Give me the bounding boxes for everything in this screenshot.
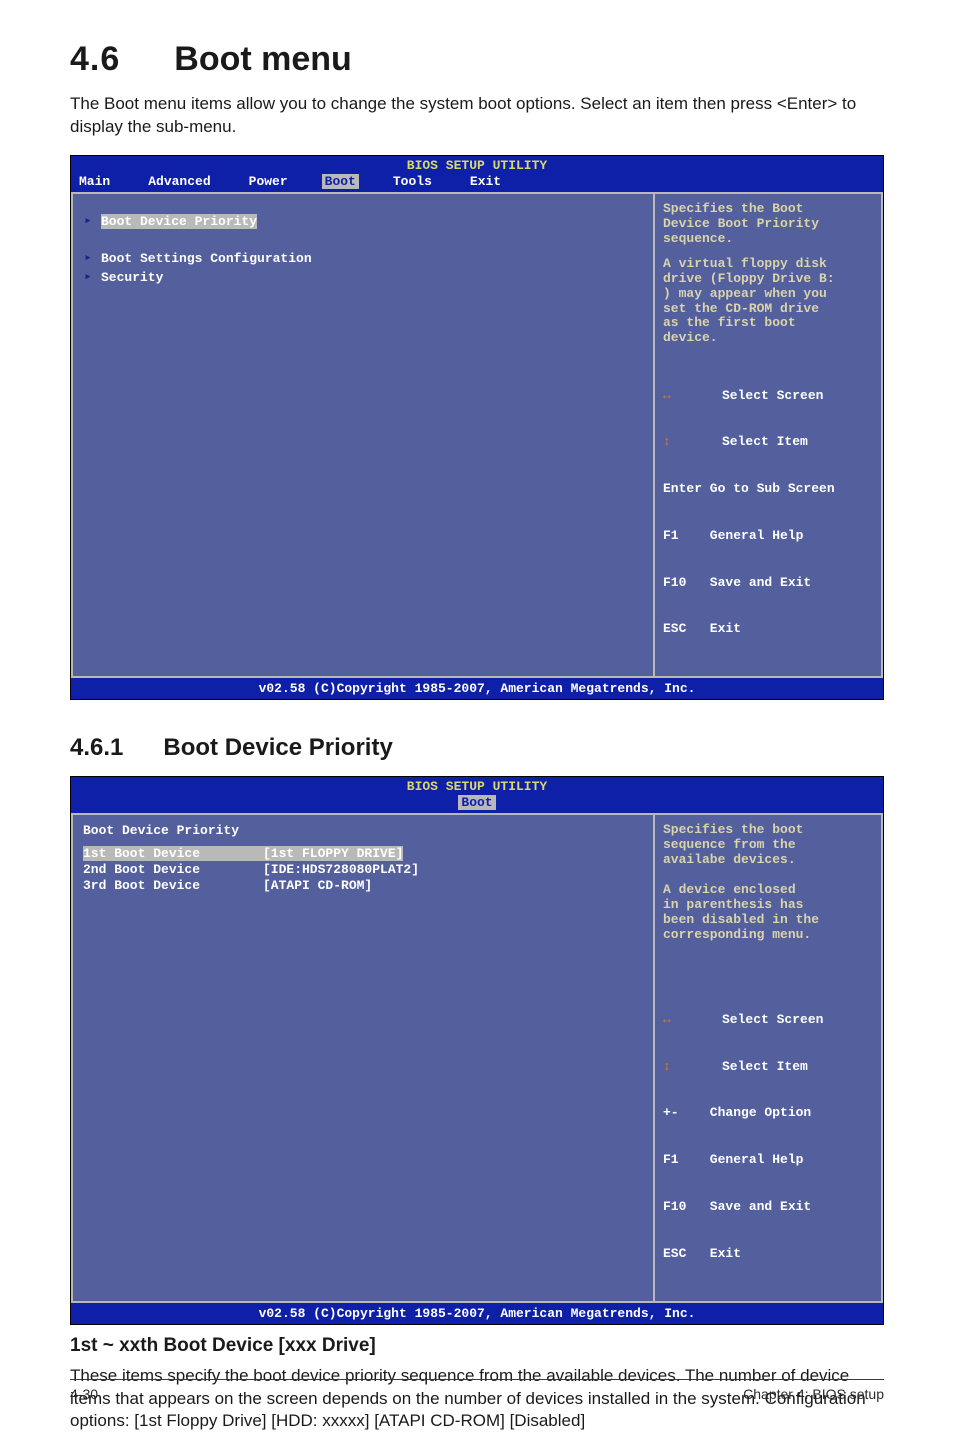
help-text: Specifies the boot sequence from the ava… (663, 823, 873, 943)
row-label: 3rd Boot Device (83, 878, 263, 893)
menu-label: Security (101, 270, 163, 285)
boot-device-row-1[interactable]: 1st Boot Device [1st FLOPPY DRIVE] (81, 846, 645, 861)
tab-boot[interactable]: Boot (322, 174, 359, 189)
boot-device-row-3[interactable]: 3rd Boot Device [ATAPI CD-ROM] (81, 878, 645, 893)
subsection-heading: 4.6.1 Boot Device Priority (70, 734, 884, 762)
page-footer: 4-30 Chapter 4: BIOS setup (70, 1379, 884, 1402)
bios-help-panel: Specifies the Boot Device Boot Priority … (653, 192, 883, 678)
subsection-title: Boot Device Priority (163, 734, 392, 761)
row-value: [1st FLOPPY DRIVE] (263, 846, 403, 861)
intro-paragraph: The Boot menu items allow you to change … (70, 93, 884, 139)
bios-left-panel: Boot Device Priority 1st Boot Device [1s… (71, 813, 653, 1302)
key-label: F10 Save and Exit (663, 1199, 811, 1214)
bios-footer: v02.58 (C)Copyright 1985-2007, American … (71, 678, 883, 699)
key-label: Select Item (683, 1059, 808, 1074)
submenu-arrow-icon: ▸ (81, 214, 95, 227)
bios-screenshot-boot-menu: BIOS SETUP UTILITY Main Advanced Power B… (70, 155, 884, 700)
help-keys: ↔ Select Screen ↕ Select Item Enter Go t… (663, 356, 873, 668)
bios-help-panel: Specifies the boot sequence from the ava… (653, 813, 883, 1302)
page-number: 4-30 (70, 1386, 98, 1402)
bios-footer: v02.58 (C)Copyright 1985-2007, American … (71, 1303, 883, 1324)
bios-left-panel: ▸ Boot Device Priority ▸ Boot Settings C… (71, 192, 653, 678)
arrows-ud-icon: ↕ (663, 1059, 683, 1075)
key-label: +- Change Option (663, 1105, 811, 1120)
help-text-1: Specifies the Boot Device Boot Priority … (663, 202, 873, 247)
menu-item-security[interactable]: ▸ Security (81, 270, 645, 285)
arrows-lr-icon: ↔ (663, 1012, 683, 1028)
tab-advanced[interactable]: Advanced (144, 174, 214, 189)
key-label: Select Item (683, 434, 808, 449)
tab-power[interactable]: Power (245, 174, 292, 189)
menu-label: Boot Device Priority (101, 214, 257, 229)
key-label: Enter Go to Sub Screen (663, 481, 835, 496)
key-label: F10 Save and Exit (663, 575, 811, 590)
submenu-arrow-icon: ▸ (81, 251, 95, 264)
bios-tab-bar: Main Advanced Power Boot Tools Exit (71, 173, 883, 192)
key-label: ESC Exit (663, 621, 741, 636)
boot-device-row-2[interactable]: 2nd Boot Device [IDE:HDS728080PLAT2] (81, 862, 645, 877)
bios-tab-bar: Boot (71, 794, 883, 813)
menu-item-boot-device-priority[interactable]: ▸ Boot Device Priority (81, 214, 645, 229)
section-title: Boot menu (174, 40, 352, 78)
tab-main[interactable]: Main (75, 174, 114, 189)
bios-screenshot-boot-priority: BIOS SETUP UTILITY Boot Boot Device Prio… (70, 776, 884, 1324)
panel-heading: Boot Device Priority (81, 821, 645, 846)
option-heading: 1st ~ xxth Boot Device [xxx Drive] (70, 1335, 884, 1357)
subsection-number: 4.6.1 (70, 734, 123, 761)
key-label: Select Screen (683, 1012, 823, 1027)
tab-tools[interactable]: Tools (389, 174, 436, 189)
bios-title: BIOS SETUP UTILITY (71, 156, 883, 173)
submenu-arrow-icon: ▸ (81, 270, 95, 283)
help-keys: ↔ Select Screen ↕ Select Item +- Change … (663, 981, 873, 1293)
row-value: [IDE:HDS728080PLAT2] (263, 862, 419, 877)
key-label: Select Screen (683, 388, 823, 403)
key-label: F1 General Help (663, 528, 803, 543)
key-label: ESC Exit (663, 1246, 741, 1261)
section-heading: 4.6 Boot menu (70, 40, 884, 79)
tab-boot[interactable]: Boot (458, 795, 495, 810)
key-label: F1 General Help (663, 1152, 803, 1167)
tab-exit[interactable]: Exit (466, 174, 505, 189)
arrows-ud-icon: ↕ (663, 434, 683, 450)
menu-item-boot-settings-config[interactable]: ▸ Boot Settings Configuration (81, 251, 645, 266)
bios-title: BIOS SETUP UTILITY (71, 777, 883, 794)
row-value: [ATAPI CD-ROM] (263, 878, 372, 893)
row-label: 1st Boot Device (83, 846, 263, 861)
row-label: 2nd Boot Device (83, 862, 263, 877)
menu-label: Boot Settings Configuration (101, 251, 312, 266)
section-number: 4.6 (70, 40, 120, 78)
help-text-2: A virtual floppy disk drive (Floppy Driv… (663, 257, 873, 347)
arrows-lr-icon: ↔ (663, 388, 683, 404)
chapter-label: Chapter 4: BIOS setup (743, 1386, 884, 1402)
